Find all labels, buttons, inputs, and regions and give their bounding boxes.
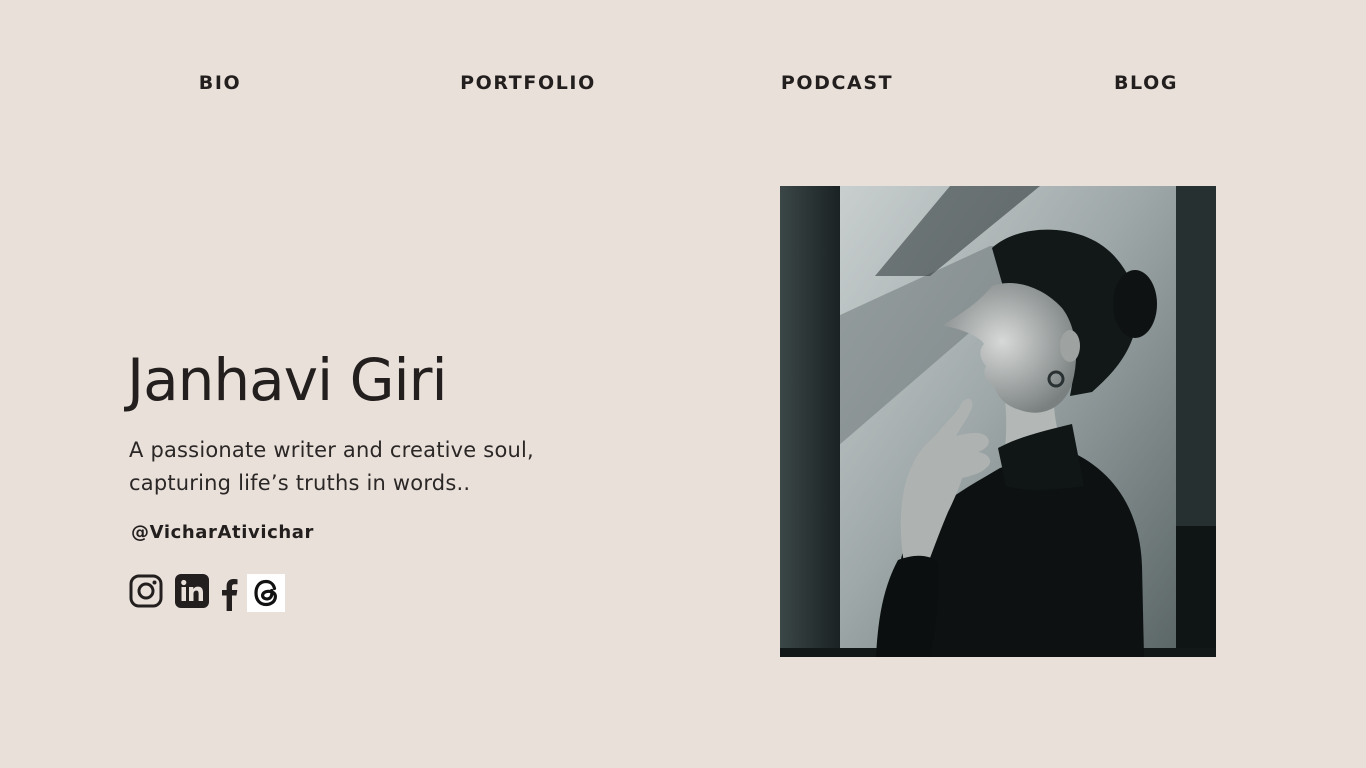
hero-tagline-line-2: capturing life’s truths in words.. (129, 471, 471, 495)
linkedin-icon[interactable] (175, 574, 209, 608)
portrait-photo (780, 186, 1216, 657)
nav-item-blog[interactable]: BLOG (1114, 72, 1178, 94)
facebook-icon[interactable] (219, 577, 239, 611)
hero-tagline-line-1: A passionate writer and creative soul, (129, 438, 534, 462)
instagram-icon[interactable] (129, 574, 163, 608)
hero-name: Janhavi Giri (127, 346, 448, 414)
social-handle[interactable]: @VicharAtivichar (131, 522, 314, 543)
nav-item-bio[interactable]: BIO (199, 72, 242, 94)
hero-tagline: A passionate writer and creative soul, c… (129, 434, 599, 500)
nav-item-portfolio[interactable]: PORTFOLIO (460, 72, 596, 94)
nav-item-podcast[interactable]: PODCAST (781, 72, 893, 94)
top-nav: BIO PORTFOLIO PODCAST BLOG (0, 72, 1366, 100)
threads-icon[interactable] (247, 574, 285, 612)
landing-page: BIO PORTFOLIO PODCAST BLOG Janhavi Giri … (0, 0, 1366, 768)
